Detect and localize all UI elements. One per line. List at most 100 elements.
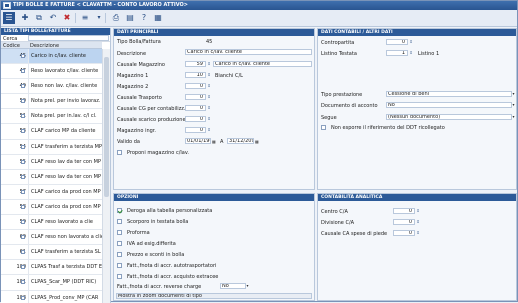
spinner-icon[interactable]: ⇕ (207, 61, 211, 66)
document-icon (21, 250, 25, 254)
row-description: CLAF carico da prod con MP d (28, 185, 102, 199)
magazzino2-label: Magazzino 2 (117, 84, 148, 90)
causale-scarico-field[interactable]: 0 (185, 116, 206, 122)
tipo-prestazione-select[interactable]: Cessione di beni (386, 91, 512, 97)
segue-label: Segue (321, 115, 337, 121)
document-icon[interactable]: ▤ (124, 12, 136, 24)
chevron-down-icon[interactable]: ▾ (93, 12, 105, 24)
calendar-icon[interactable]: ▦ (212, 139, 216, 144)
undo-icon[interactable]: ↶ (47, 12, 59, 24)
deroga-checkbox[interactable] (117, 208, 122, 213)
opzioni-header: OPZIONI (114, 194, 314, 201)
list-row[interactable]: 50Nota prel. per invio lavoraz. (1, 94, 102, 109)
copy-icon[interactable]: ⧉ (33, 12, 45, 24)
listino-field[interactable]: 1 (386, 50, 408, 56)
scrollbar-thumb[interactable] (104, 57, 109, 197)
spinner-icon[interactable]: ⇕ (416, 208, 420, 213)
list-row[interactable]: 54CLAF trasferim a terzista MP (1, 140, 102, 155)
scorporo-checkbox[interactable] (117, 219, 122, 224)
extracee-checkbox[interactable] (117, 274, 122, 279)
magazzino-ingr-field[interactable]: 0 (185, 127, 206, 133)
document-icon (21, 205, 25, 209)
spinner-icon[interactable]: ⇕ (409, 50, 413, 55)
list-row[interactable]: 56CLAF reso lav da ter con MP d (1, 170, 102, 185)
row-description: CLPAS Trasf a terzista DDT EM (28, 260, 102, 274)
descrizione-field[interactable]: Carico in c/lav. cliente (185, 49, 312, 55)
print-icon[interactable]: ⎙ (110, 12, 122, 24)
list-row[interactable]: 101CLPAS_Scar_MP (DDT RIC) (1, 275, 102, 290)
list-view-icon[interactable]: ≡ (79, 12, 91, 24)
document-icon (21, 145, 25, 149)
chevron-down-icon[interactable]: ▾ (245, 283, 250, 289)
list-icon[interactable]: ☰ (3, 12, 15, 24)
contabilita-header: CONTABILITÀ ANALITICA (318, 194, 516, 201)
iva-differita-checkbox[interactable] (117, 241, 122, 246)
spinner-icon[interactable]: ⇕ (416, 219, 420, 224)
segue-select[interactable]: (Nessun documento) (386, 114, 512, 120)
magazzino2-field[interactable]: 0 (185, 83, 206, 89)
contropartita-field[interactable]: 0 (386, 39, 408, 45)
document-icon (21, 220, 25, 224)
list-row[interactable]: 53CLAF carico MP da cliente (1, 124, 102, 139)
centro-field[interactable]: 0 (393, 208, 415, 214)
proforma-checkbox[interactable] (117, 230, 122, 235)
spinner-icon[interactable]: ⇕ (207, 72, 211, 77)
list-row[interactable]: 45Carico in c/lav. cliente (1, 49, 102, 64)
delete-icon[interactable]: ✖ (61, 12, 73, 24)
documento-acconto-select[interactable]: No (386, 102, 512, 108)
proponi-checkbox[interactable] (117, 150, 122, 155)
list-row[interactable]: 61CLAF trasferim a terzista SL (1, 245, 102, 260)
list-row[interactable]: 51Nota prel. per in.lav. c/l cl. (1, 109, 102, 124)
descrizione-label: Descrizione (117, 51, 146, 57)
chevron-down-icon[interactable]: ▾ (511, 114, 516, 120)
spinner-icon[interactable]: ⇕ (409, 39, 413, 44)
list-row[interactable]: 47Reso lavorato c/lav. cliente (1, 64, 102, 79)
list-row[interactable]: 59CLAF reso lavorato a clie (1, 215, 102, 230)
row-description: CLAF trasferim a terzista MP (28, 140, 102, 154)
list-row[interactable]: 100CLPAS Trasf a terzista DDT EM (1, 260, 102, 275)
list-row[interactable]: 57CLAF carico da prod con MP d (1, 185, 102, 200)
dati-principali-header: DATI PRINCIPALI (114, 29, 314, 36)
document-icon (21, 235, 25, 239)
list-row[interactable]: 49Reso non lav. c/lav. cliente (1, 79, 102, 94)
magazzino1-label: Magazzino 1 (117, 73, 148, 79)
list-row[interactable]: 103CLPAS_Prod_conv_MP (CAR (1, 291, 102, 303)
add-icon[interactable]: ✚ (19, 12, 31, 24)
divisione-field[interactable]: 0 (393, 219, 415, 225)
spinner-icon[interactable]: ⇕ (207, 105, 211, 110)
chevron-down-icon[interactable]: ▾ (511, 102, 516, 108)
dati-contabili-header: DATI CONTABILI / ALTRI DATI (318, 29, 516, 36)
prezzo-sconti-checkbox[interactable] (117, 252, 122, 257)
row-description: CLPAS_Scar_MP (DDT RIC) (28, 275, 102, 289)
report-icon[interactable]: ▦ (152, 12, 164, 24)
extracee-label: Fatt.,fnota di accr. acquisto extracee (127, 274, 218, 280)
causale-magazzino-field[interactable]: 59 (185, 61, 206, 67)
chevron-down-icon[interactable]: ▾ (511, 91, 516, 97)
list-row[interactable]: 55CLAF reso lav da ter con MP d (1, 155, 102, 170)
spinner-icon[interactable]: ⇕ (207, 94, 211, 99)
list-header: Codice Descrizione (1, 42, 102, 49)
spinner-icon[interactable]: ⇕ (207, 83, 211, 88)
search-input[interactable] (28, 35, 109, 41)
causale-trasporto-label: Causale Trasporto (117, 95, 162, 101)
spinner-icon[interactable]: ⇕ (207, 127, 211, 132)
spinner-icon[interactable]: ⇕ (207, 116, 211, 121)
valido-da-field[interactable]: 01/01/1900 (185, 138, 211, 144)
calendar-icon[interactable]: ▦ (255, 139, 259, 144)
list-row[interactable]: 58CLAF carico da prod con MP d (1, 200, 102, 215)
opzioni-panel: OPZIONI Deroga alla tabella personalizza… (113, 193, 315, 301)
list-scrollbar[interactable] (102, 49, 110, 303)
causale-ca-field[interactable]: 0 (393, 230, 415, 236)
list-row[interactable]: 60CLAF reso non lavorato a clie (1, 230, 102, 245)
spinner-icon[interactable]: ⇕ (416, 230, 420, 235)
valido-a-field[interactable]: 31/12/2099 (227, 138, 254, 144)
non-esporre-checkbox[interactable] (321, 125, 326, 130)
prezzo-sconti-label: Prezzo e sconti in bolla (127, 252, 184, 258)
help-icon[interactable]: ? (138, 12, 150, 24)
mostra-zoom-field[interactable]: Mostra in zoom documenti di tipo (116, 293, 312, 299)
causale-cg-field[interactable]: 0 (185, 105, 206, 111)
reverse-charge-select[interactable]: No (220, 283, 246, 289)
autotrasportatori-checkbox[interactable] (117, 263, 122, 268)
magazzino1-field[interactable]: 10 (185, 72, 206, 78)
causale-trasporto-field[interactable]: 0 (185, 94, 206, 100)
